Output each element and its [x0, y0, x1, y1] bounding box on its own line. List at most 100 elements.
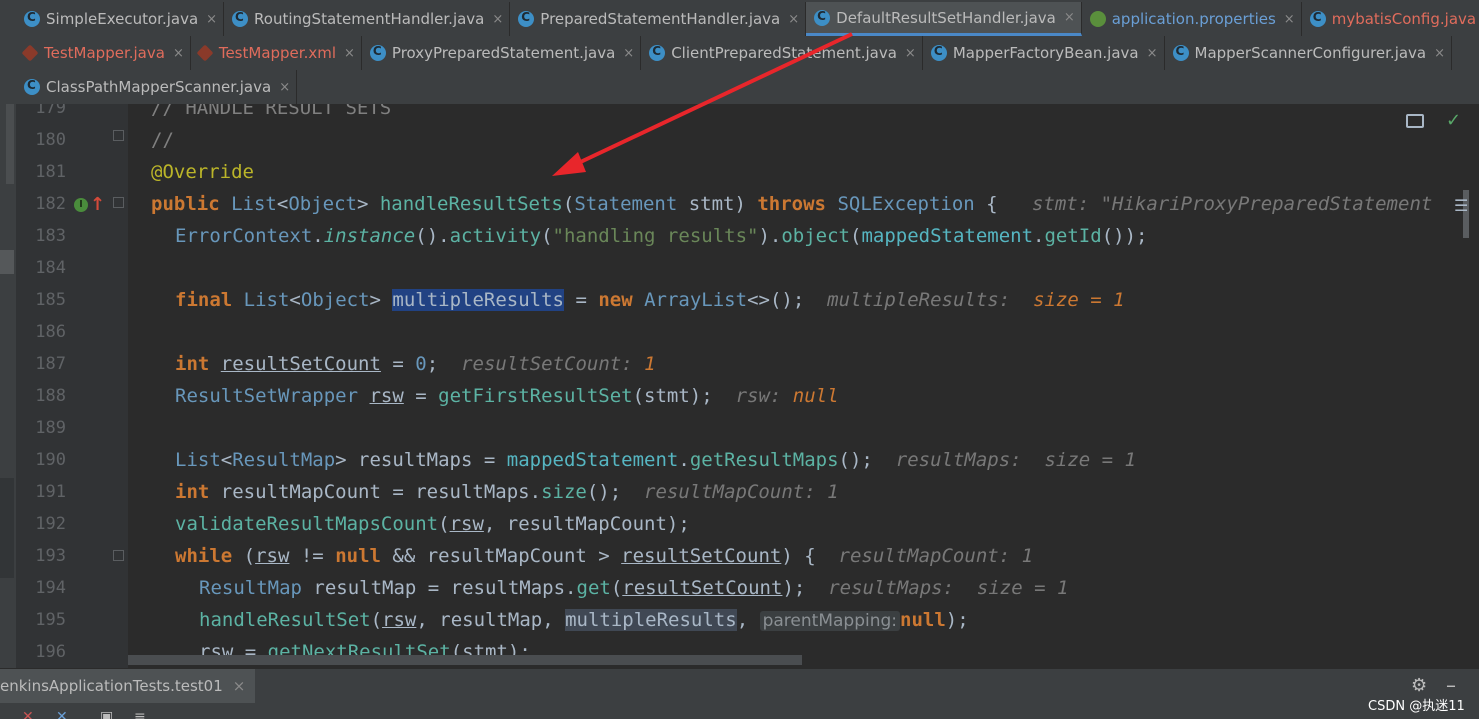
filter-icon[interactable]: ≡	[134, 709, 146, 719]
line-number[interactable]: 194	[16, 578, 66, 598]
tool-window-area	[0, 478, 14, 578]
line-number[interactable]: 190	[16, 450, 66, 470]
stop-icon[interactable]: ✕	[56, 709, 68, 719]
parameter-hint: parentMapping:	[759, 611, 900, 631]
tab-row-3: ClassPathMapperScanner.java ×	[16, 70, 298, 104]
tab-classpathmapperscanner-java[interactable]: ClassPathMapperScanner.java ×	[16, 70, 298, 104]
tab-clientpreparedstatement-java[interactable]: ClientPreparedStatement.java ×	[641, 36, 923, 70]
line-number[interactable]: 188	[16, 386, 66, 406]
tab-label: ProxyPreparedStatement.java	[391, 44, 616, 62]
code-line-180: //	[151, 129, 174, 151]
fold-marker[interactable]	[113, 130, 124, 141]
java-class-icon	[232, 10, 249, 27]
implements-icon[interactable]: I	[74, 198, 88, 212]
tab-proxypreparedstatement-java[interactable]: ProxyPreparedStatement.java ×	[362, 36, 642, 70]
tab-row-1: SimpleExecutor.java×RoutingStatementHand…	[16, 2, 1479, 36]
mybatis-icon	[196, 44, 214, 62]
java-class-icon	[24, 10, 40, 27]
code-line-191: int resultMapCount = resultMaps.size(); …	[175, 481, 839, 503]
tab-label: TestMapper.java	[44, 44, 165, 62]
tab-preparedstatementhandler-java[interactable]: PreparedStatementHandler.java ×	[510, 2, 807, 36]
code-line-195: handleResultSet(rsw, resultMap, multiple…	[199, 609, 969, 631]
tab-label: SimpleExecutor.java	[46, 10, 199, 28]
java-class-icon	[518, 10, 535, 27]
code-area[interactable]: // HANDLE RESULT SETS // @Override publi…	[151, 104, 1432, 668]
selected-variable[interactable]: multipleResults	[392, 289, 564, 311]
close-icon[interactable]: ×	[1064, 10, 1075, 25]
line-number[interactable]: 193	[16, 546, 66, 566]
close-icon[interactable]: ×	[492, 12, 503, 27]
layout-icon[interactable]: ▣	[100, 709, 113, 719]
rerun-icon[interactable]: ✕	[22, 709, 34, 719]
line-number[interactable]: 180	[16, 130, 66, 150]
horizontal-scrollbar[interactable]	[128, 655, 802, 665]
close-icon[interactable]: ×	[905, 46, 916, 61]
code-line-181: @Override	[151, 161, 254, 183]
tab-label: ClientPreparedStatement.java	[671, 44, 897, 62]
java-class-icon	[649, 44, 666, 61]
properties-icon	[1089, 11, 1106, 27]
code-editor[interactable]: 179 180 181 182 183 184 185 186 187 188 189 190 191 1…	[16, 104, 1479, 668]
line-number[interactable]: 187	[16, 354, 66, 374]
tab-simpleexecutor-java[interactable]: SimpleExecutor.java ×	[16, 2, 225, 36]
run-config-tab[interactable]: enkinsApplicationTests.test01 ×	[0, 669, 256, 703]
line-number[interactable]: 192	[16, 514, 66, 534]
close-icon[interactable]: ×	[623, 46, 634, 61]
tab-defaultresultsethandler-java[interactable]: DefaultResultSetHandler.java ×	[806, 2, 1082, 36]
line-number[interactable]: 185	[16, 290, 66, 310]
code-line-179: // HANDLE RESULT SETS	[151, 104, 392, 119]
fold-marker[interactable]	[113, 550, 124, 561]
tab-mapperfactorybean-java[interactable]: MapperFactoryBean.java ×	[923, 36, 1165, 70]
tab-mybatisconfig-java[interactable]: mybatisConfig.java×	[1302, 2, 1479, 36]
tool-window-button[interactable]	[0, 250, 14, 274]
close-icon[interactable]: ×	[1434, 46, 1445, 61]
gear-icon[interactable]: ⚙	[1411, 675, 1427, 696]
line-number[interactable]: 186	[16, 322, 66, 342]
editor-gutter[interactable]: 179 180 181 182 183 184 185 186 187 188 189 190 191 1…	[16, 104, 128, 668]
code-line-183: ErrorContext.instance().activity("handli…	[175, 225, 1148, 247]
line-number[interactable]: 182	[16, 194, 66, 214]
tab-label: MapperFactoryBean.java	[952, 44, 1139, 62]
close-icon[interactable]: ×	[233, 677, 246, 695]
close-icon[interactable]: ×	[279, 80, 290, 95]
override-arrow-icon[interactable]: ↑	[90, 194, 105, 215]
tab-label: RoutingStatementHandler.java	[254, 10, 485, 28]
java-class-icon	[1309, 10, 1326, 27]
java-class-icon	[930, 44, 947, 61]
tab-routingstatementhandler-java[interactable]: RoutingStatementHandler.java ×	[224, 2, 511, 36]
tab-testmapper-xml[interactable]: TestMapper.xml ×	[191, 36, 362, 70]
close-icon[interactable]: ×	[344, 46, 355, 61]
tab-testmapper-java[interactable]: TestMapper.java ×	[16, 36, 191, 70]
tab-application-properties[interactable]: application.properties ×	[1082, 2, 1302, 36]
line-number[interactable]: 183	[16, 226, 66, 246]
tab-label: TestMapper.xml	[218, 44, 337, 62]
close-icon[interactable]: ×	[1147, 46, 1158, 61]
close-icon[interactable]: ×	[1284, 12, 1295, 27]
tab-label: PreparedStatementHandler.java	[540, 10, 781, 28]
menu-lines-icon[interactable]: ☰	[1454, 196, 1468, 215]
line-number[interactable]: 189	[16, 418, 66, 438]
line-number[interactable]: 196	[16, 642, 66, 662]
line-number[interactable]: 191	[16, 482, 66, 502]
tab-label: ClassPathMapperScanner.java	[46, 78, 272, 96]
line-number[interactable]: 184	[16, 258, 66, 278]
close-icon[interactable]: ×	[173, 46, 184, 61]
inspection-ok-icon[interactable]: ✓	[1446, 110, 1461, 131]
code-line-194: ResultMap resultMap = resultMaps.get(res…	[199, 577, 1069, 599]
run-panel: enkinsApplicationTests.test01 × ⚙ – CSDN …	[0, 668, 1479, 719]
editor-tab-bar: SimpleExecutor.java×RoutingStatementHand…	[0, 0, 1479, 104]
tab-mapperscannerconfigurer-java[interactable]: MapperScannerConfigurer.java ×	[1165, 36, 1453, 70]
fold-marker[interactable]	[113, 197, 124, 208]
line-number[interactable]: 179	[16, 104, 66, 118]
java-class-icon	[1172, 44, 1189, 61]
code-line-190: List<ResultMap> resultMaps = mappedState…	[175, 449, 1136, 471]
line-number[interactable]: 195	[16, 610, 66, 630]
line-number[interactable]: 181	[16, 162, 66, 182]
mybatis-icon	[21, 44, 39, 62]
close-icon[interactable]: ×	[206, 12, 217, 27]
close-icon[interactable]: ×	[788, 12, 799, 27]
reader-mode-icon[interactable]	[1406, 114, 1424, 128]
minimize-icon[interactable]: –	[1446, 673, 1456, 697]
code-line-188: ResultSetWrapper rsw = getFirstResultSet…	[175, 385, 839, 407]
code-line-182: public List<Object> handleResultSets(Sta…	[151, 193, 1433, 215]
